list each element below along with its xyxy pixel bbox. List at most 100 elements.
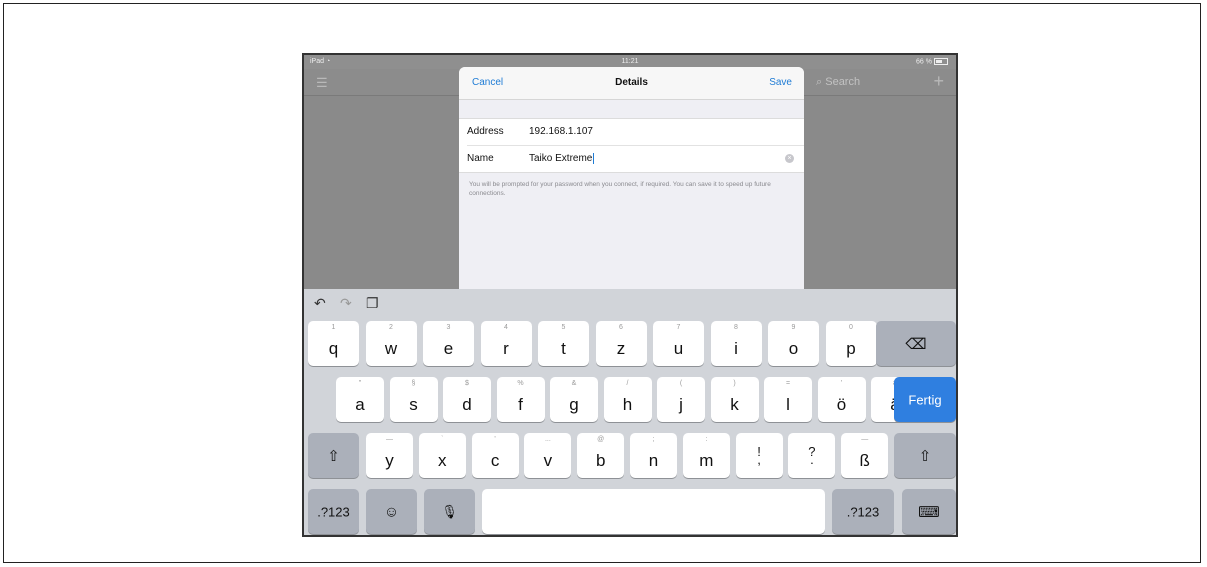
password-note: You will be prompted for your password w… [469, 181, 771, 197]
letter-key[interactable]: 3e [423, 321, 474, 366]
done-key[interactable]: Fertig [894, 377, 956, 422]
letter-key[interactable]: 2w [365, 321, 417, 366]
letter-key[interactable]: 6z [595, 321, 647, 366]
letter-key[interactable]: 4r [480, 321, 532, 366]
key-secondary-label: = [785, 380, 791, 387]
key-label: ! , [757, 443, 761, 467]
key-secondary-label: 7 [676, 324, 681, 331]
redo-icon[interactable]: ↷ [340, 295, 352, 312]
details-form: Address 192.168.1.107 Name Taiko Extreme… [459, 118, 804, 173]
name-field[interactable]: Taiko Extreme [529, 153, 595, 164]
shift-key-right[interactable]: ⇧ [894, 433, 956, 478]
shift-icon: ⇧ [327, 447, 340, 465]
numbers-key-label: .?123 [846, 504, 880, 519]
done-key-label: Fertig [908, 392, 942, 407]
keyboard-hide-icon: ⌨ [918, 503, 940, 521]
letter-key[interactable]: :m [682, 433, 730, 478]
details-dialog: Cancel Details Save Address 192.168.1.10… [459, 67, 804, 289]
key-secondary-label: 5 [561, 324, 566, 331]
letter-key[interactable]: — y [366, 433, 413, 478]
ipad-screen: iPad ◔ 11:21 66 % ☰ ⌕ Search + Cancel De… [302, 53, 958, 537]
keyboard-shortcut-bar: ↶ ↷ ❐ [304, 289, 956, 319]
name-row[interactable]: Name Taiko Extreme × [467, 145, 804, 172]
letter-key[interactable]: — ß [841, 433, 889, 478]
save-button[interactable]: Save [769, 77, 792, 88]
letter-key[interactable]: 5t [538, 321, 589, 366]
letter-key[interactable]: ? . [788, 433, 836, 478]
key-label: w [384, 339, 398, 358]
key-secondary-label: 0 [849, 324, 853, 331]
key-label: r [503, 339, 509, 358]
letter-key[interactable]: ; n [630, 433, 677, 478]
letter-key[interactable]: = l [764, 377, 812, 422]
key-label: l [786, 395, 790, 414]
letter-key[interactable]: 9o [768, 321, 819, 366]
letter-key[interactable]: ... v [524, 433, 572, 478]
letter-key[interactable]: / h [603, 377, 652, 422]
key-label: v [543, 451, 553, 470]
key-secondary-label: — [861, 436, 869, 443]
key-secondary-label: % [517, 380, 524, 387]
key-label: ß [859, 451, 870, 470]
key-label: e [443, 339, 454, 358]
shift-key-left[interactable]: ⇧ [308, 433, 359, 478]
letter-key[interactable]: 8i [710, 321, 762, 366]
key-secondary-label: / [626, 380, 629, 387]
letter-key[interactable]: @ b [577, 433, 625, 478]
key-secondary-label: 3 [446, 324, 451, 331]
status-time: 11:21 [621, 58, 639, 65]
letter-key[interactable]: ' c [471, 433, 519, 478]
emoji-key[interactable]: ☺ [366, 489, 417, 534]
dialog-header: Cancel Details Save [459, 67, 804, 100]
shift-icon: ⇧ [918, 447, 932, 465]
key-secondary-label: : [705, 436, 708, 443]
key-label: x [438, 451, 447, 470]
key-label: f [518, 395, 523, 414]
hide-keyboard-key[interactable]: ⌨ [902, 489, 956, 534]
key-label: c [490, 451, 500, 470]
letter-key[interactable]: % f [496, 377, 545, 422]
dictation-key[interactable]: 🎙 [424, 489, 475, 534]
letter-key[interactable]: ! , [735, 433, 783, 478]
menu-icon[interactable]: ☰ [316, 75, 328, 91]
key-secondary-label: § [411, 380, 416, 387]
letter-key[interactable]: 0p [825, 321, 877, 366]
address-row[interactable]: Address 192.168.1.107 [459, 119, 804, 145]
key-secondary-label: " [358, 380, 362, 387]
key-label: h [622, 395, 633, 414]
clear-text-icon[interactable]: × [785, 154, 794, 163]
undo-icon[interactable]: ↶ [314, 295, 326, 312]
letter-key[interactable]: § s [389, 377, 438, 422]
key-secondary-label: ` [441, 436, 444, 443]
numbers-key-left[interactable]: .?123 [308, 489, 359, 534]
key-label: o [788, 339, 799, 358]
key-secondary-label: 8 [734, 324, 738, 331]
name-label: Name [467, 153, 494, 164]
letter-key[interactable]: ' ö [817, 377, 866, 422]
key-secondary-label: @ [597, 436, 605, 443]
paste-icon[interactable]: ❐ [366, 295, 379, 312]
numbers-key-right[interactable]: .?123 [832, 489, 894, 534]
delete-key[interactable]: ⌫ [876, 321, 956, 366]
search-field[interactable]: ⌕ Search [816, 76, 860, 89]
letter-key[interactable]: 1q [308, 321, 359, 366]
key-label: y [385, 451, 394, 470]
letter-key[interactable]: (j [657, 377, 705, 422]
key-label: t [561, 339, 566, 358]
key-label: i [734, 339, 738, 358]
space-bar[interactable] [482, 489, 825, 534]
key-label: a [355, 395, 365, 414]
letter-key[interactable]: " a [336, 377, 384, 422]
backspace-icon: ⌫ [905, 335, 927, 353]
letter-key[interactable]: & g [550, 377, 598, 422]
add-icon[interactable]: + [933, 71, 944, 92]
letter-key[interactable]: $ d [443, 377, 491, 422]
key-secondary-label: ' [840, 380, 843, 387]
key-label: b [595, 451, 606, 470]
key-secondary-label: ( [679, 380, 683, 387]
address-field[interactable]: 192.168.1.107 [529, 126, 593, 137]
key-secondary-label: ) [733, 380, 736, 387]
letter-key[interactable]: ` x [418, 433, 466, 478]
letter-key[interactable]: 7u [653, 321, 704, 366]
letter-key[interactable]: ) k [710, 377, 759, 422]
